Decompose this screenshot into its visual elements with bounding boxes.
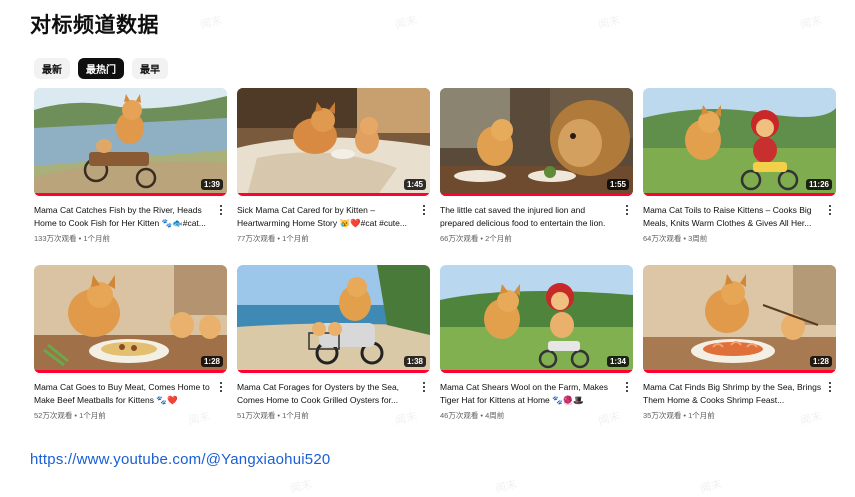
chip-latest[interactable]: 最新: [34, 58, 70, 79]
video-age: 1个月前: [282, 234, 309, 243]
video-title[interactable]: Mama Cat Shears Wool on the Farm, Makes …: [440, 381, 619, 406]
video-meta: 52万次观看 • 1个月前: [34, 410, 213, 421]
video-info: Mama Cat Goes to Buy Meat, Comes Home to…: [34, 373, 227, 421]
chip-oldest[interactable]: 最早: [132, 58, 168, 79]
video-age: 1个月前: [83, 234, 110, 243]
video-duration: 1:55: [606, 179, 629, 190]
video-card[interactable]: 1:28 Mama Cat Finds Big Shrimp by the Se…: [643, 265, 836, 442]
video-views: 35万次观看: [643, 411, 682, 420]
video-info: Sick Mama Cat Cared for by Kitten – Hear…: [237, 196, 430, 244]
video-duration: 11:26: [805, 179, 832, 190]
watermark: 闻末: [596, 13, 622, 32]
video-thumbnail[interactable]: 1:38: [237, 265, 430, 373]
more-options-icon[interactable]: [623, 204, 631, 216]
more-options-icon[interactable]: [826, 381, 834, 393]
video-views: 52万次观看: [34, 411, 73, 420]
video-views: 51万次观看: [237, 411, 276, 420]
video-thumbnail[interactable]: 1:55: [440, 88, 633, 196]
video-thumbnail[interactable]: 1:39: [34, 88, 227, 196]
video-title[interactable]: The little cat saved the injured lion an…: [440, 204, 619, 229]
video-info: Mama Cat Shears Wool on the Farm, Makes …: [440, 373, 633, 421]
video-age: 1个月前: [282, 411, 309, 420]
sort-chips: 最新 最热门 最早: [34, 58, 168, 79]
video-title[interactable]: Mama Cat Goes to Buy Meat, Comes Home to…: [34, 381, 213, 406]
thumbnail-image: [440, 265, 633, 373]
more-options-icon[interactable]: [826, 204, 834, 216]
video-views: 46万次观看: [440, 411, 479, 420]
video-title[interactable]: Mama Cat Toils to Raise Kittens – Cooks …: [643, 204, 822, 229]
watermark: 闻末: [198, 13, 224, 32]
video-age: 1个月前: [688, 411, 715, 420]
page-title: 对标频道数据: [30, 13, 159, 37]
video-thumbnail[interactable]: 11:26: [643, 88, 836, 196]
video-title[interactable]: Mama Cat Forages for Oysters by the Sea,…: [237, 381, 416, 406]
video-title[interactable]: Mama Cat Finds Big Shrimp by the Sea, Br…: [643, 381, 822, 406]
watermark: 闻末: [288, 477, 314, 496]
video-card[interactable]: 1:45 Sick Mama Cat Cared for by Kitten –…: [237, 88, 430, 265]
video-thumbnail[interactable]: 1:45: [237, 88, 430, 196]
video-age: 3周前: [688, 234, 708, 243]
video-meta: 133万次观看 • 1个月前: [34, 233, 213, 244]
video-duration: 1:45: [403, 179, 426, 190]
video-age: 1个月前: [79, 411, 106, 420]
video-meta: 51万次观看 • 1个月前: [237, 410, 416, 421]
video-card[interactable]: 1:28 Mama Cat Goes to Buy Meat, Comes Ho…: [34, 265, 227, 442]
thumbnail-image: [643, 265, 836, 373]
video-title[interactable]: Mama Cat Catches Fish by the River, Head…: [34, 204, 213, 229]
video-age: 4周前: [485, 411, 505, 420]
video-meta: 77万次观看 • 1个月前: [237, 233, 416, 244]
watermark: 闻末: [698, 477, 724, 496]
watermark: 闻末: [798, 13, 824, 32]
video-info: Mama Cat Toils to Raise Kittens – Cooks …: [643, 196, 836, 244]
video-meta: 35万次观看 • 1个月前: [643, 410, 822, 421]
video-info: Mama Cat Catches Fish by the River, Head…: [34, 196, 227, 244]
thumbnail-image: [237, 88, 430, 196]
more-options-icon[interactable]: [623, 381, 631, 393]
thumbnail-image: [34, 265, 227, 373]
video-card[interactable]: 1:34 Mama Cat Shears Wool on the Farm, M…: [440, 265, 633, 442]
video-duration: 1:28: [809, 356, 832, 367]
video-card[interactable]: 1:38 Mama Cat Forages for Oysters by the…: [237, 265, 430, 442]
channel-url-link[interactable]: https://www.youtube.com/@Yangxiaohui520: [30, 451, 330, 468]
more-options-icon[interactable]: [217, 381, 225, 393]
video-meta: 46万次观看 • 4周前: [440, 410, 619, 421]
watermark: 闻末: [393, 13, 419, 32]
video-thumbnail[interactable]: 1:28: [34, 265, 227, 373]
video-meta: 64万次观看 • 3周前: [643, 233, 822, 244]
video-duration: 1:39: [200, 179, 223, 190]
video-title[interactable]: Sick Mama Cat Cared for by Kitten – Hear…: [237, 204, 416, 229]
video-views: 77万次观看: [237, 234, 276, 243]
video-duration: 1:34: [606, 356, 629, 367]
video-info: The little cat saved the injured lion an…: [440, 196, 633, 244]
thumbnail-image: [237, 265, 430, 373]
thumbnail-image: [34, 88, 227, 196]
more-options-icon[interactable]: [420, 381, 428, 393]
more-options-icon[interactable]: [217, 204, 225, 216]
video-views: 66万次观看: [440, 234, 479, 243]
video-duration: 1:38: [403, 356, 426, 367]
video-views: 133万次观看: [34, 234, 77, 243]
chip-popular[interactable]: 最热门: [78, 58, 124, 79]
video-age: 2个月前: [485, 234, 512, 243]
video-duration: 1:28: [200, 356, 223, 367]
video-thumbnail[interactable]: 1:34: [440, 265, 633, 373]
more-options-icon[interactable]: [420, 204, 428, 216]
video-grid: 1:39 Mama Cat Catches Fish by the River,…: [34, 88, 836, 442]
video-views: 64万次观看: [643, 234, 682, 243]
thumbnail-image: [440, 88, 633, 196]
video-card[interactable]: 11:26 Mama Cat Toils to Raise Kittens – …: [643, 88, 836, 265]
video-info: Mama Cat Forages for Oysters by the Sea,…: [237, 373, 430, 421]
video-info: Mama Cat Finds Big Shrimp by the Sea, Br…: [643, 373, 836, 421]
video-card[interactable]: 1:39 Mama Cat Catches Fish by the River,…: [34, 88, 227, 265]
watermark: 闻末: [493, 477, 519, 496]
video-card[interactable]: 1:55 The little cat saved the injured li…: [440, 88, 633, 265]
video-thumbnail[interactable]: 1:28: [643, 265, 836, 373]
video-meta: 66万次观看 • 2个月前: [440, 233, 619, 244]
